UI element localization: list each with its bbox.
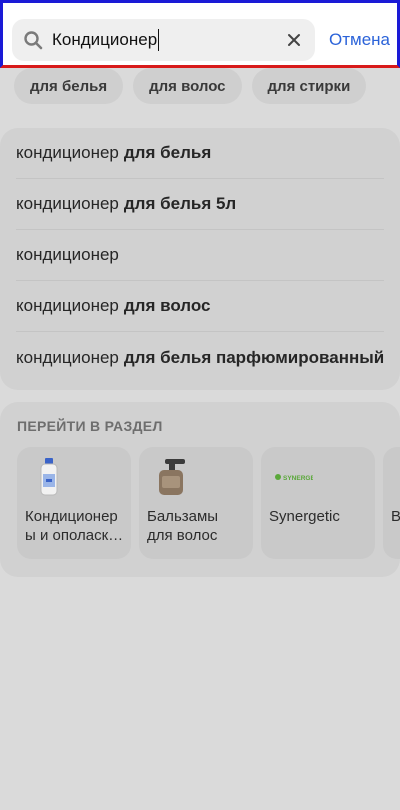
search-header: Кондиционер Отмена [0,0,400,68]
pump-bottle-icon [159,459,185,495]
section-tile-hair-balms[interactable]: Бальзамы для волос [139,447,253,559]
suggestion-prefix: кондиционер [16,143,119,162]
go-to-section-panel: ПЕРЕЙТИ В РАЗДЕЛ Кондиционер ы и ополаск… [0,402,400,577]
section-tile-label: Synergetic [269,508,340,525]
section-tiles: Кондиционер ы и ополаск… Бальзамы для во… [17,447,400,559]
suggestion-prefix: кондиционер [16,347,119,367]
section-tile-synergetic[interactable]: SYNERGETIC Synergetic [261,447,375,559]
section-tile-conditioners[interactable]: Кондиционер ы и ополаск… [17,447,131,559]
section-tile-label: Кондиционер ы и ополаск… [25,508,124,544]
suggestion-prefix: кондиционер [16,245,119,264]
suggestion-prefix: кондиционер [16,194,119,213]
search-field[interactable]: Кондиционер [12,19,315,61]
chip[interactable]: для стирки [251,68,367,104]
clear-icon[interactable] [285,31,303,49]
suggestions-list: кондиционер для белья кондиционер для бе… [0,128,400,390]
suggestion-item[interactable]: кондиционер [16,230,384,281]
chip[interactable]: для белья [14,68,124,104]
suggestion-completion: для белья парфюмированный [123,347,385,367]
text-caret [158,29,160,51]
search-input[interactable]: Кондиционер [52,19,272,61]
section-tile-label: Бальзамы для волос [147,508,219,544]
synergetic-logo: SYNERGETIC [275,474,313,482]
suggestion-completion: для волос [123,296,211,315]
chip[interactable]: для волос [133,68,242,104]
suggestion-completion: для белья 5л [123,194,237,213]
cancel-button[interactable]: Отмена [329,19,390,61]
section-tile-more[interactable]: В [383,447,400,559]
svg-text:SYNERGETIC: SYNERGETIC [283,475,313,482]
bottle-icon [395,457,400,497]
search-query-text: Кондиционер [52,30,158,49]
suggestion-item[interactable]: кондиционер для белья 5л [16,179,384,230]
query-chips: для белья для волос для стирки [14,68,400,104]
suggestion-item[interactable]: кондиционер для белья парфюмированный [16,332,384,383]
section-tile-label: В [391,508,400,525]
suggestion-item[interactable]: кондиционер для волос [16,281,384,332]
section-heading: ПЕРЕЙТИ В РАЗДЕЛ [17,418,163,434]
suggestion-completion: для белья [123,143,212,162]
results-page: для белья для волос для стирки кондицион… [0,0,400,810]
suggestion-prefix: кондиционер [16,296,119,315]
search-icon [24,31,43,50]
suggestion-item[interactable]: кондиционер для белья [16,128,384,179]
bottle-icon [40,458,58,496]
